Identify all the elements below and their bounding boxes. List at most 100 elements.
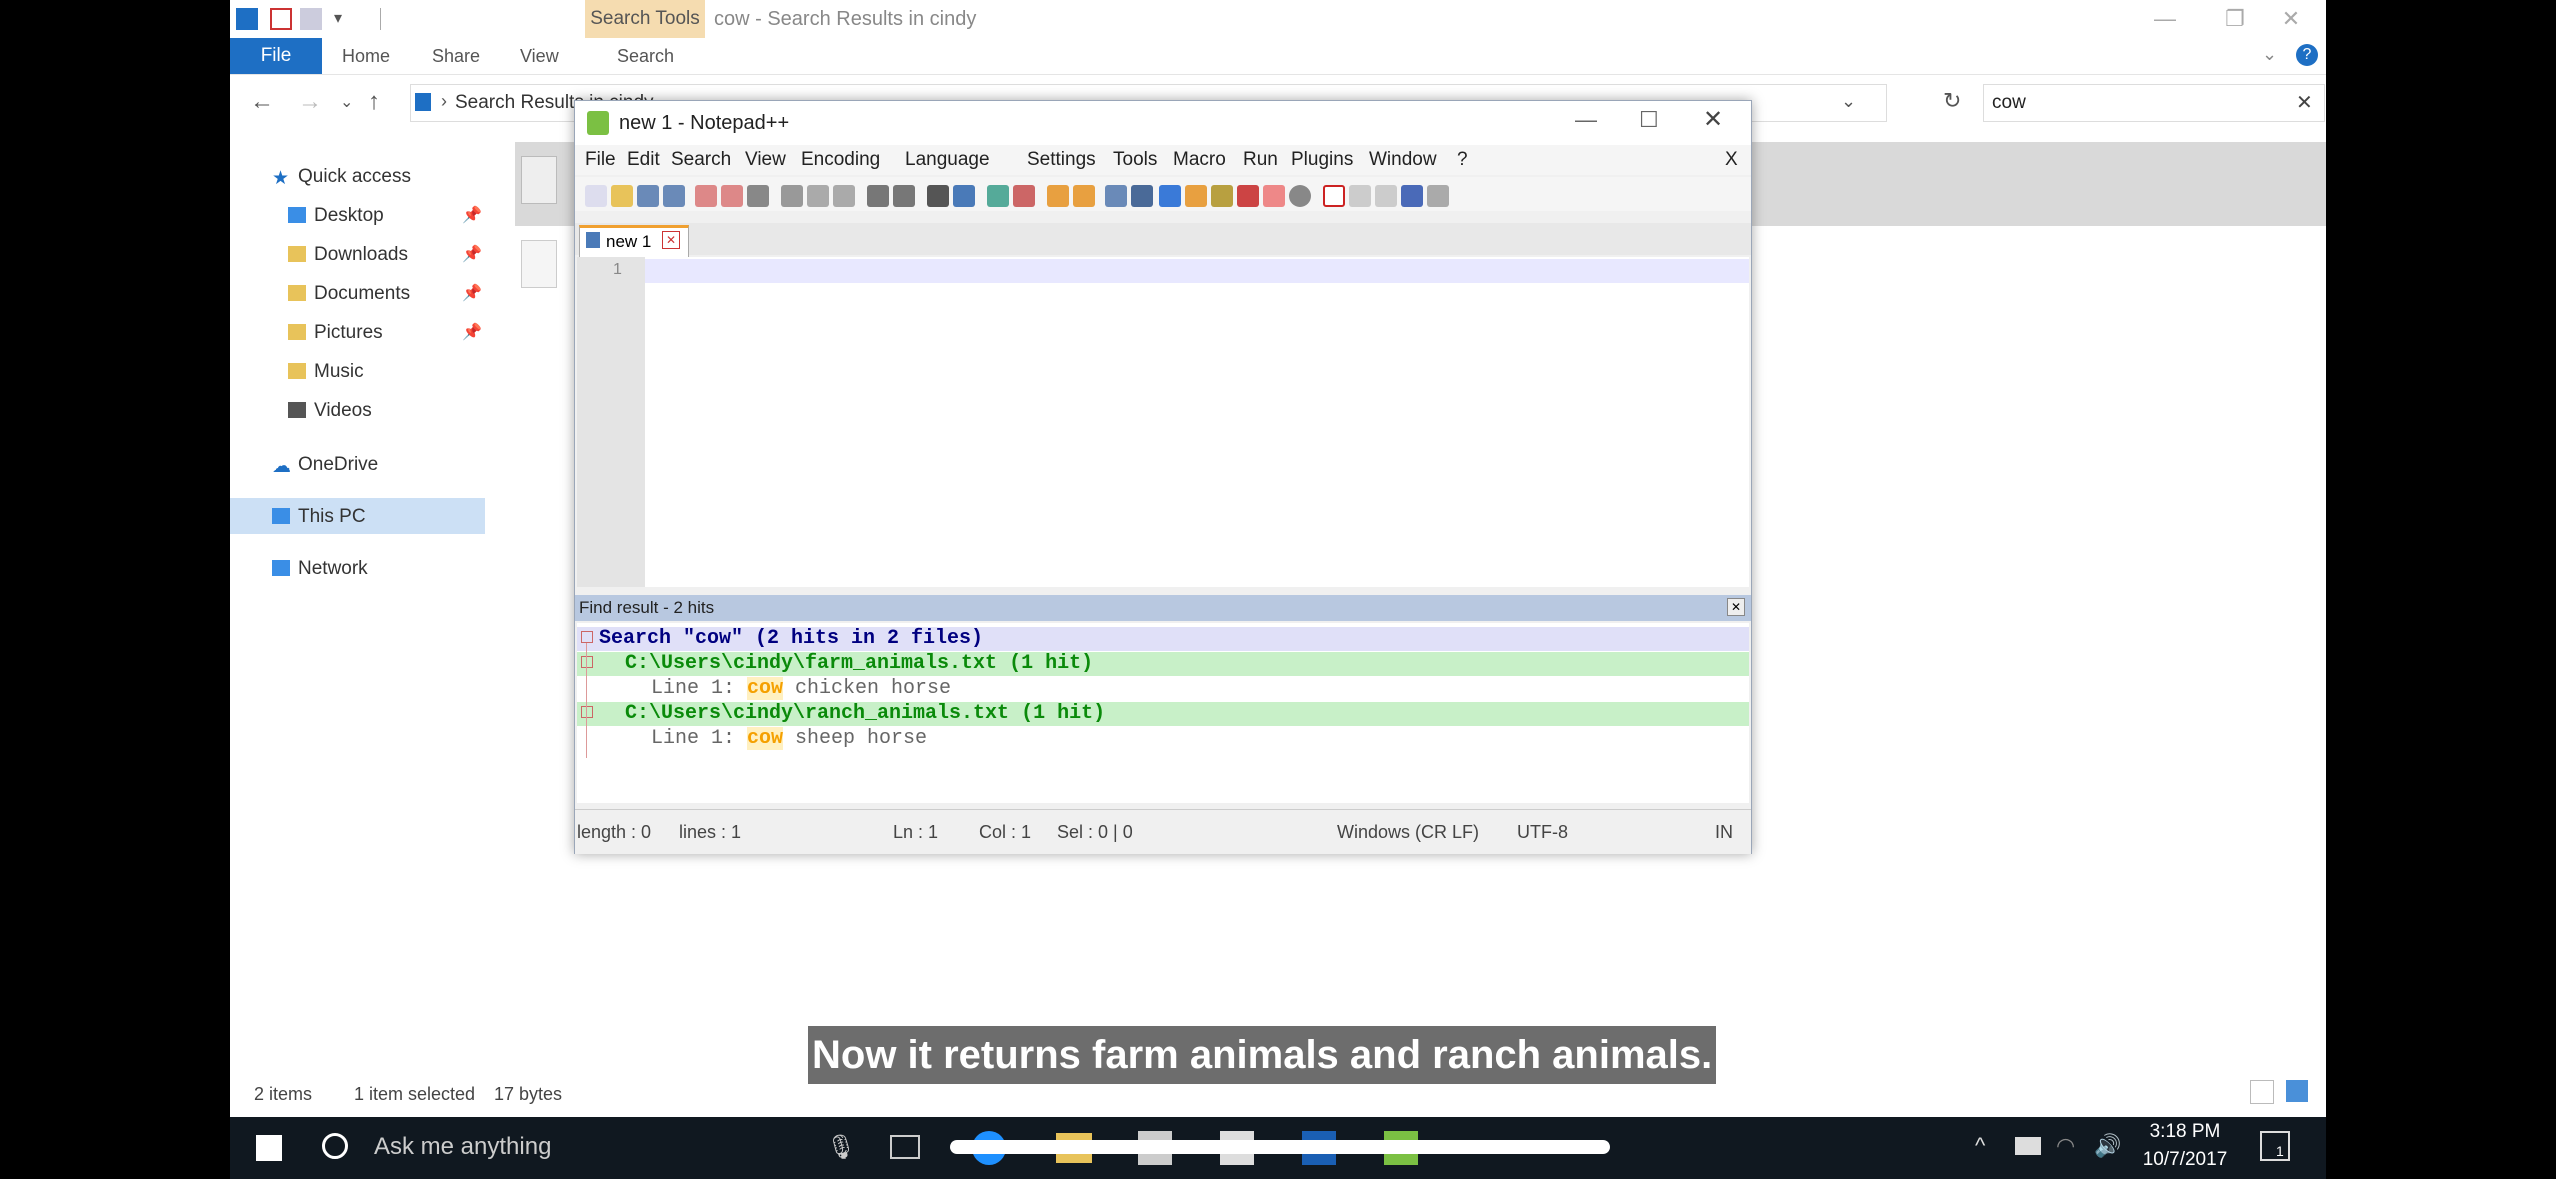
refresh-icon[interactable]: ↻ [1943,88,1961,114]
cortana-search-box[interactable]: Ask me anything [374,1133,551,1161]
show-all-chars-icon[interactable] [1131,185,1153,207]
word-wrap-icon[interactable] [1105,185,1127,207]
windows-start-icon[interactable] [256,1135,282,1161]
record-macro-icon[interactable] [1323,185,1345,207]
clock-time[interactable]: 3:18 PM [2140,1121,2230,1143]
tab-new-1[interactable]: new 1 ✕ [579,225,689,259]
tab-share[interactable]: Share [432,38,480,74]
search-input[interactable]: cow ✕ [1983,84,2325,122]
close-icon[interactable]: ✕ [2256,0,2326,38]
volume-icon[interactable]: 🔊 [2094,1133,2121,1159]
task-view-icon[interactable] [890,1135,920,1159]
menu-search[interactable]: Search [671,149,731,171]
close-panel-icon[interactable]: ✕ [1727,598,1745,616]
find-icon[interactable] [927,185,949,207]
close-tab-icon[interactable]: ✕ [662,231,680,249]
monitoring-icon[interactable] [1289,185,1311,207]
clock-date[interactable]: 10/7/2017 [2140,1149,2230,1171]
pin-icon[interactable]: 📌 [462,283,482,303]
new-file-icon[interactable] [585,185,607,207]
copy-icon[interactable] [807,185,829,207]
save-icon[interactable] [637,185,659,207]
menu-tools[interactable]: Tools [1113,149,1157,171]
menu-edit[interactable]: Edit [627,149,660,171]
nav-item-pictures[interactable]: Pictures [288,322,383,344]
chevron-down-icon[interactable]: ▾ [334,8,342,28]
minimize-icon[interactable]: — [1575,107,1597,133]
zoom-in-icon[interactable] [987,185,1009,207]
fold-minus-icon[interactable] [581,706,593,718]
nav-item-desktop[interactable]: Desktop [288,205,384,227]
run-macro-multiple-icon[interactable] [1401,185,1423,207]
result-file-ranch[interactable]: C:\Users\cindy\ranch_animals.txt (1 hit) [625,702,1105,726]
file-tab[interactable]: File [230,38,322,74]
large-icons-view-icon[interactable] [2286,1080,2308,1102]
stop-macro-icon[interactable] [1349,185,1371,207]
menu-run[interactable]: Run [1243,149,1278,171]
indent-guide-icon[interactable] [1159,185,1181,207]
help-icon[interactable]: ? [2296,44,2318,66]
tab-search[interactable]: Search [617,38,674,74]
menu-view[interactable]: View [745,149,786,171]
menu-help[interactable]: ? [1457,149,1468,171]
paste-icon[interactable] [833,185,855,207]
search-summary[interactable]: Search "cow" (2 hits in 2 files) [599,627,983,651]
save-all-icon[interactable] [663,185,685,207]
print-icon[interactable] [747,185,769,207]
sync-horizontal-icon[interactable] [1073,185,1095,207]
pin-icon[interactable]: 📌 [462,322,482,342]
cut-icon[interactable] [781,185,803,207]
pin-icon[interactable]: 📌 [462,205,482,225]
undo-icon[interactable] [867,185,889,207]
address-dropdown-icon[interactable]: ⌄ [1841,91,1856,112]
folder-as-workspace-icon[interactable] [1263,185,1285,207]
text-editor[interactable]: 1 [577,257,1749,587]
function-list-icon[interactable] [1237,185,1259,207]
find-results[interactable]: Search "cow" (2 hits in 2 files) C:\User… [577,623,1749,803]
nav-quick-access[interactable]: ★ Quick access [272,166,411,189]
tab-home[interactable]: Home [342,38,390,74]
result-line-2[interactable]: Line 1: cow sheep horse [651,727,927,751]
open-file-icon[interactable] [611,185,633,207]
result-file-farm[interactable]: C:\Users\cindy\farm_animals.txt (1 hit) [625,652,1093,676]
ribbon-expand-icon[interactable]: ⌄ [2262,44,2277,65]
nav-item-videos[interactable]: Videos [288,400,372,422]
menu-file[interactable]: File [585,149,616,171]
video-progress-bar[interactable] [950,1140,1610,1154]
document-map-icon[interactable] [1211,185,1233,207]
menu-window[interactable]: Window [1369,149,1437,171]
text-file-icon[interactable] [521,240,557,288]
zoom-out-icon[interactable] [1013,185,1035,207]
close-all-icon[interactable] [721,185,743,207]
new-folder-icon[interactable] [300,8,322,30]
battery-icon[interactable] [2015,1137,2041,1155]
up-arrow-icon[interactable]: ↑ [368,88,380,116]
result-line-1[interactable]: Line 1: cow chicken horse [651,677,951,701]
menu-language[interactable]: Language [905,149,990,171]
forward-arrow-icon[interactable]: → [298,88,322,116]
close-file-icon[interactable] [695,185,717,207]
tab-view[interactable]: View [520,38,559,74]
nav-onedrive[interactable]: ☁ OneDrive [272,454,378,477]
wifi-icon[interactable]: ◠ [2056,1133,2075,1159]
close-icon[interactable]: ✕ [1703,105,1723,134]
close-document-button[interactable]: X [1725,149,1738,171]
fold-minus-icon[interactable] [581,631,593,643]
nav-this-pc[interactable]: This PC [272,506,366,528]
save-macro-icon[interactable] [1427,185,1449,207]
recent-locations-icon[interactable]: ⌄ [340,92,353,112]
clear-search-icon[interactable]: ✕ [2296,90,2313,115]
menu-encoding[interactable]: Encoding [801,149,880,171]
replace-icon[interactable] [953,185,975,207]
details-view-icon[interactable] [2250,1080,2274,1104]
fold-minus-icon[interactable] [581,656,593,668]
play-macro-icon[interactable] [1375,185,1397,207]
redo-icon[interactable] [893,185,915,207]
menu-plugins[interactable]: Plugins [1291,149,1353,171]
minimize-icon[interactable]: — [2130,0,2200,38]
maximize-icon[interactable]: ☐ [1639,107,1659,133]
menu-settings[interactable]: Settings [1027,149,1096,171]
nav-network[interactable]: Network [272,558,368,580]
microphone-icon[interactable]: 🎙 [826,1133,856,1162]
sync-vertical-icon[interactable] [1047,185,1069,207]
